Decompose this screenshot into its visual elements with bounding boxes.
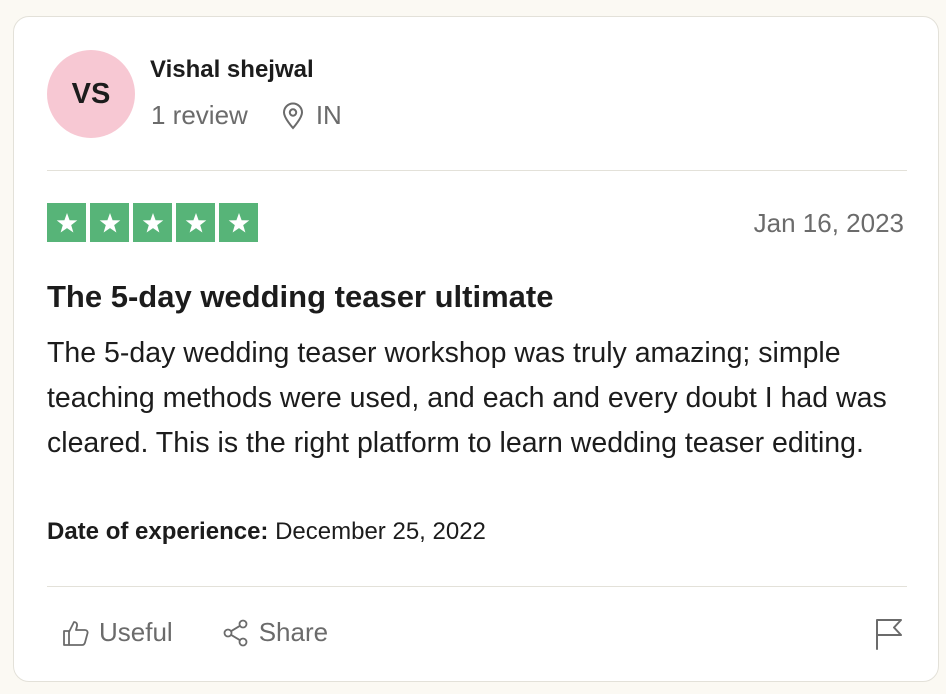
location-pin-icon [282,102,304,130]
experience-date: December 25, 2022 [275,518,486,545]
star-icon [219,203,258,242]
divider [47,170,907,171]
avatar-initials: VS [71,77,111,110]
share-label: Share [258,617,329,647]
date-of-experience: Date of experience: December 25, 2022 [47,518,486,546]
review-count: 1 review [151,100,248,130]
share-button[interactable]: Share [221,617,328,648]
star-icon [90,203,129,242]
star-icon [47,203,86,242]
experience-label: Date of experience: [47,518,269,545]
review-title[interactable]: The 5-day wedding teaser ultimate [47,279,553,315]
review-card: VS Vishal shejwal 1 review IN Jan 16, 20… [13,16,939,682]
review-actions: Useful Share [61,617,328,648]
reviewer-name[interactable]: Vishal shejwal [150,56,314,84]
review-date: Jan 16, 2023 [753,208,904,238]
reviewer-location: IN [315,100,342,130]
divider [47,586,907,587]
star-icon [176,203,215,242]
reviewer-header: VS Vishal shejwal 1 review IN [47,50,907,138]
star-icon [133,203,172,242]
reviewer-meta: 1 review IN [151,100,342,131]
useful-label: Useful [99,617,173,647]
share-icon [223,619,248,646]
star-rating [47,203,258,242]
avatar[interactable]: VS [47,50,135,138]
report-flag-button[interactable] [874,617,904,651]
thumbs-up-icon [63,620,89,646]
review-body: The 5-day wedding teaser workshop was tr… [47,337,887,459]
flag-icon [876,619,902,650]
useful-button[interactable]: Useful [61,617,173,648]
